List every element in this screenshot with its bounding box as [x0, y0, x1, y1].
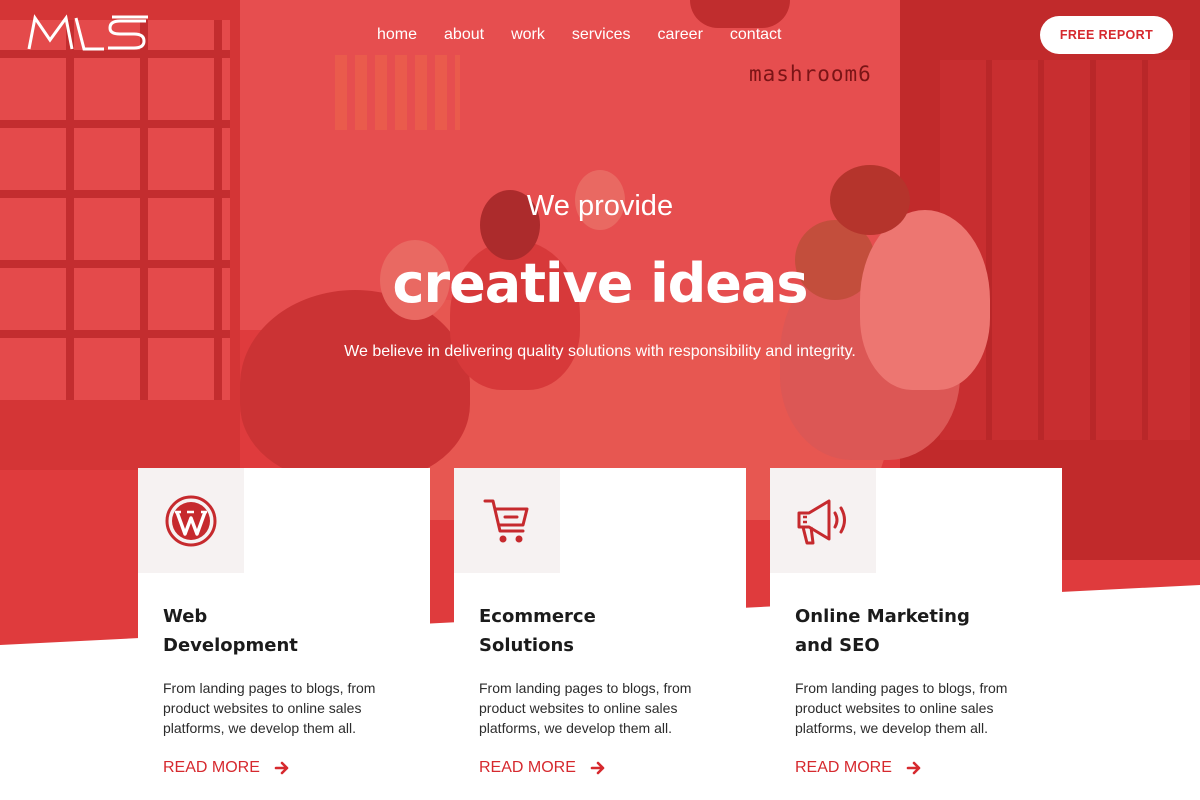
service-title-line2: and SEO [795, 635, 880, 656]
service-title-line2: Solutions [479, 635, 574, 656]
main-navigation: home about work services career contact [377, 26, 782, 44]
service-title: Web Development [163, 602, 413, 660]
wall-sign: mashroom6 [749, 62, 872, 86]
nav-item-about[interactable]: about [444, 26, 484, 44]
service-title-line1: Ecommerce [479, 606, 596, 627]
free-report-button[interactable]: FREE REPORT [1040, 16, 1173, 54]
read-more-label: READ MORE [163, 759, 260, 776]
arrow-right-icon [590, 761, 605, 775]
shopping-cart-icon [483, 499, 529, 542]
hero-tagline: We believe in delivering quality solutio… [344, 343, 856, 360]
logo-text: MS [26, 14, 28, 15]
service-description: From landing pages to blogs, from produc… [479, 680, 692, 736]
read-more-label: READ MORE [479, 759, 576, 776]
arrow-right-icon [274, 761, 289, 775]
service-icon-box [454, 468, 560, 573]
read-more-link[interactable]: READ MORE [163, 759, 290, 777]
read-more-link[interactable]: READ MORE [479, 759, 606, 777]
hero-pre-title: We provide [526, 190, 674, 222]
service-title-line1: Online Marketing [795, 606, 970, 627]
service-icon-box [770, 468, 876, 573]
service-title-line1: Web [163, 606, 208, 627]
read-more-link[interactable]: READ MORE [795, 759, 922, 777]
service-title: Online Marketing and SEO [795, 602, 1045, 660]
service-card-web-development: Web Development From landing pages to bl… [138, 468, 430, 800]
company-logo[interactable]: MS [26, 14, 150, 52]
nav-item-home[interactable]: home [377, 26, 417, 44]
wordpress-icon [165, 495, 217, 546]
arrow-right-icon [906, 761, 921, 775]
service-title: Ecommerce Solutions [479, 602, 729, 660]
nav-item-services[interactable]: services [572, 26, 631, 44]
read-more-label: READ MORE [795, 759, 892, 776]
service-card-ecommerce-solutions: Ecommerce Solutions From landing pages t… [454, 468, 746, 800]
nav-item-work[interactable]: work [511, 26, 545, 44]
megaphone-icon [797, 499, 846, 544]
service-card-online-marketing: Online Marketing and SEO From landing pa… [770, 468, 1062, 800]
service-description: From landing pages to blogs, from produc… [163, 680, 376, 736]
nav-item-career[interactable]: career [658, 26, 703, 44]
hero-headline: creative ideas [392, 252, 808, 315]
nav-item-contact[interactable]: contact [730, 26, 782, 44]
service-title-line2: Development [163, 635, 298, 656]
service-description: From landing pages to blogs, from produc… [795, 680, 1008, 736]
service-icon-box [138, 468, 244, 573]
